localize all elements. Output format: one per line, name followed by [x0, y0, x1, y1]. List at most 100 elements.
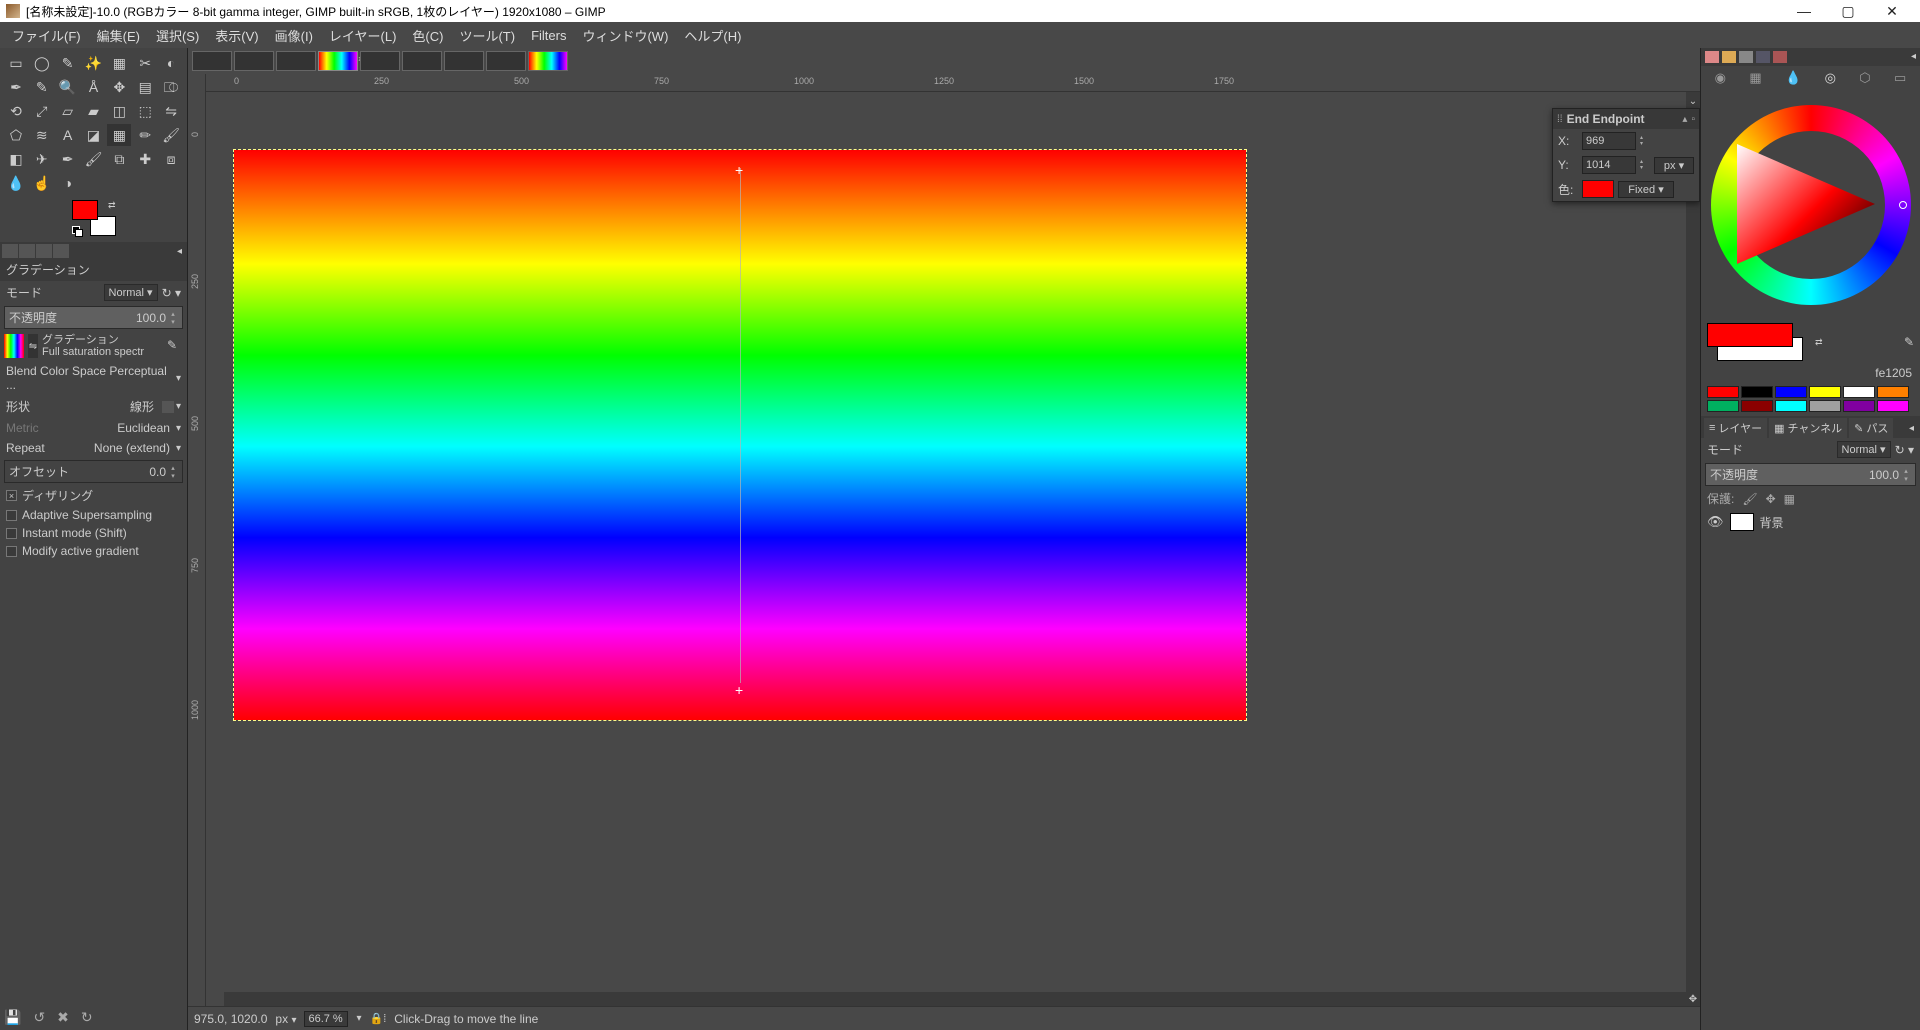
- tool-perspective-clone[interactable]: ⧈: [159, 148, 183, 170]
- tool-cage[interactable]: ⬠: [4, 124, 28, 146]
- tool-zoom[interactable]: 🔍: [56, 76, 80, 98]
- fg-color[interactable]: [72, 200, 98, 220]
- overlay-close-icon[interactable]: ▫: [1691, 114, 1695, 125]
- tool-rect-select[interactable]: ▭: [4, 52, 28, 74]
- tool-clone[interactable]: ⧉: [107, 148, 131, 170]
- gradient-edit-icon[interactable]: ✎: [167, 338, 183, 354]
- tab-layers[interactable]: ≡ レイヤー: [1704, 418, 1767, 438]
- swatch[interactable]: [1707, 386, 1739, 398]
- tab-images[interactable]: [53, 244, 69, 258]
- swatch[interactable]: [1741, 386, 1773, 398]
- dock-tab-5[interactable]: [1773, 51, 1787, 63]
- restore-preset-icon[interactable]: ↺: [33, 1009, 45, 1026]
- zoom-dropdown-icon[interactable]: ▾: [356, 1013, 361, 1024]
- fgbg-colors[interactable]: ⇄: [72, 200, 116, 236]
- gradient-line[interactable]: [740, 168, 741, 683]
- tab-history[interactable]: [36, 244, 52, 258]
- color-fgbg[interactable]: [1707, 323, 1807, 361]
- mode-dropdown[interactable]: Normal ▾: [104, 284, 158, 301]
- dock-menu-icon[interactable]: ◂: [1911, 51, 1916, 63]
- swatch[interactable]: [1877, 386, 1909, 398]
- opacity-slider[interactable]: 不透明度 100.0 ▴▾: [4, 306, 183, 329]
- tool-shear[interactable]: ▱: [56, 100, 80, 122]
- tool-ink[interactable]: ✒: [56, 148, 80, 170]
- instant-checkbox[interactable]: [6, 528, 17, 539]
- swap-colors-icon-2[interactable]: ⇄: [1815, 337, 1823, 348]
- picker-icon-5[interactable]: ⬡: [1859, 70, 1870, 86]
- picker-icon-1[interactable]: ◉: [1715, 70, 1726, 86]
- tool-foreground[interactable]: ◐: [159, 52, 183, 74]
- menu-help[interactable]: ヘルプ(H): [676, 23, 749, 48]
- tool-eraser[interactable]: ◧: [4, 148, 28, 170]
- tab-channels[interactable]: ▦ チャンネル: [1769, 418, 1847, 438]
- hue-handle[interactable]: [1899, 201, 1907, 209]
- tool-ellipse-select[interactable]: ◯: [30, 52, 54, 74]
- overlay-collapse-icon[interactable]: ▴: [1682, 114, 1687, 125]
- swatch[interactable]: [1843, 400, 1875, 412]
- tool-scissors[interactable]: ✂: [133, 52, 157, 74]
- offset-slider[interactable]: オフセット 0.0 ▴▾: [4, 460, 183, 483]
- tab-menu-icon[interactable]: ◂: [174, 246, 185, 257]
- tab-tool-options[interactable]: [2, 244, 18, 258]
- menu-select[interactable]: 選択(S): [148, 23, 207, 48]
- swatch[interactable]: [1809, 400, 1841, 412]
- visibility-icon[interactable]: 👁: [1707, 514, 1724, 530]
- reset-preset-icon[interactable]: ↻: [81, 1009, 93, 1026]
- image-tab-1[interactable]: [192, 51, 232, 71]
- tool-handle[interactable]: ⬚: [133, 100, 157, 122]
- minimize-button[interactable]: —: [1782, 0, 1826, 22]
- tool-blur[interactable]: 💧: [4, 172, 28, 194]
- swap-colors-icon[interactable]: ⇄: [108, 200, 116, 211]
- picker-wheel-icon[interactable]: ◎: [1825, 70, 1836, 86]
- menu-image[interactable]: 画像(I): [267, 23, 321, 48]
- swatch[interactable]: [1775, 400, 1807, 412]
- dock-tab-1[interactable]: [1705, 51, 1719, 63]
- tool-align[interactable]: ▤: [133, 76, 157, 98]
- layer-row[interactable]: 👁 背景: [1701, 509, 1920, 535]
- layer-mode-reset-icon[interactable]: ↻ ▾: [1895, 443, 1914, 457]
- tool-move[interactable]: ✥: [107, 76, 131, 98]
- dither-checkbox[interactable]: ×: [6, 490, 17, 501]
- swatch[interactable]: [1843, 386, 1875, 398]
- swatch[interactable]: [1741, 400, 1773, 412]
- menu-view[interactable]: 表示(V): [207, 23, 266, 48]
- tool-pencil[interactable]: ✏: [133, 124, 157, 146]
- status-unit-dropdown[interactable]: px ▾: [275, 1012, 296, 1026]
- tool-scale[interactable]: ⤢: [30, 100, 54, 122]
- right-fg-color[interactable]: [1707, 323, 1793, 347]
- picker-icon-3[interactable]: 💧: [1785, 70, 1801, 86]
- image-tab-7[interactable]: [444, 51, 484, 71]
- tool-by-color[interactable]: ▦: [107, 52, 131, 74]
- panel-menu-icon[interactable]: ◂: [1906, 423, 1917, 434]
- picker-icon-2[interactable]: ▦: [1749, 70, 1761, 86]
- horizontal-scrollbar[interactable]: [224, 992, 1686, 1006]
- picker-icon-6[interactable]: ▭: [1894, 70, 1906, 86]
- tool-dodge[interactable]: ◑: [56, 172, 80, 194]
- tool-warp[interactable]: ≋: [30, 124, 54, 146]
- hex-value[interactable]: fe1205: [1701, 364, 1920, 382]
- endpoint-y-input[interactable]: [1582, 156, 1636, 174]
- gradient-preview[interactable]: [4, 334, 24, 358]
- tool-paintbrush[interactable]: 🖌: [159, 124, 183, 146]
- end-endpoint-handle[interactable]: +: [735, 682, 743, 698]
- tool-bucket[interactable]: ◪: [82, 124, 106, 146]
- menu-layer[interactable]: レイヤー(L): [321, 23, 405, 48]
- delete-preset-icon[interactable]: ✖: [57, 1009, 69, 1026]
- image-tab-9[interactable]: [528, 51, 568, 71]
- repeat-dropdown[interactable]: Repeat None (extend)▾: [0, 438, 187, 458]
- tab-device[interactable]: [19, 244, 35, 258]
- tool-paths[interactable]: ✒: [4, 76, 28, 98]
- dock-tab-2[interactable]: [1722, 51, 1736, 63]
- shape-dropdown[interactable]: 形状 線形 ▾: [0, 395, 187, 418]
- gradient-reverse-icon[interactable]: ⇋: [28, 334, 38, 358]
- dock-tab-3[interactable]: [1739, 51, 1753, 63]
- start-endpoint-handle[interactable]: +: [735, 162, 743, 178]
- tool-text[interactable]: A: [56, 124, 80, 146]
- blend-space-dropdown[interactable]: Blend Color Space Perceptual ...▾: [0, 361, 187, 395]
- tab-paths[interactable]: ✎ パス: [1849, 418, 1893, 438]
- menu-filters[interactable]: Filters: [523, 25, 574, 46]
- image-tab-6[interactable]: [402, 51, 442, 71]
- tool-rotate[interactable]: ⟲: [4, 100, 28, 122]
- swatch[interactable]: [1877, 400, 1909, 412]
- tool-smudge[interactable]: ☝: [30, 172, 54, 194]
